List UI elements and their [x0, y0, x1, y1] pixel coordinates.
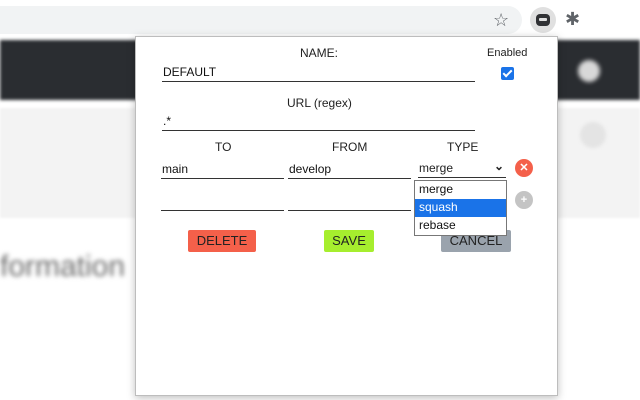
enabled-checkbox[interactable]	[501, 67, 514, 80]
close-circle-icon: ✕	[519, 162, 529, 174]
browser-toolbar: ☆ ✱ ⋮	[0, 0, 640, 40]
to-column-label: TO	[215, 140, 232, 154]
rule-from-input[interactable]	[288, 161, 411, 179]
rule-type-select[interactable]: merge ⌄	[418, 159, 506, 178]
remove-rule-button[interactable]: ✕	[515, 159, 533, 177]
plus-circle-icon: +	[520, 194, 528, 206]
from-column-label: FROM	[332, 140, 368, 154]
avatar	[578, 60, 600, 82]
puzzle-icon[interactable]: ✱	[565, 9, 580, 29]
url-label: URL (regex)	[287, 96, 352, 110]
kebab-menu-icon[interactable]: ⋮	[632, 8, 640, 28]
dropdown-option-rebase[interactable]: rebase	[415, 217, 506, 235]
bot-extension-icon[interactable]	[530, 7, 556, 33]
name-input[interactable]	[162, 64, 475, 82]
rule-type-value: merge	[419, 161, 454, 175]
rule-from-input[interactable]	[288, 193, 411, 211]
type-column-label: TYPE	[447, 140, 479, 154]
url-input[interactable]	[162, 113, 475, 131]
chevron-down-icon: ⌄	[493, 159, 504, 173]
type-dropdown-list: merge squash rebase	[414, 180, 507, 236]
address-bar[interactable]	[0, 6, 522, 34]
name-label: NAME:	[300, 46, 339, 60]
rule-to-input[interactable]	[161, 193, 284, 211]
background-button	[580, 122, 606, 148]
rule-to-input[interactable]	[161, 161, 284, 179]
delete-button[interactable]: DELETE	[188, 230, 256, 252]
add-rule-button[interactable]: +	[515, 191, 533, 209]
star-icon[interactable]: ☆	[493, 10, 509, 30]
enabled-label: Enabled	[487, 47, 528, 59]
background-text: formation	[0, 250, 126, 283]
dropdown-option-merge[interactable]: merge	[415, 181, 506, 199]
save-button[interactable]: SAVE	[324, 230, 374, 252]
dropdown-option-squash[interactable]: squash	[415, 199, 506, 217]
